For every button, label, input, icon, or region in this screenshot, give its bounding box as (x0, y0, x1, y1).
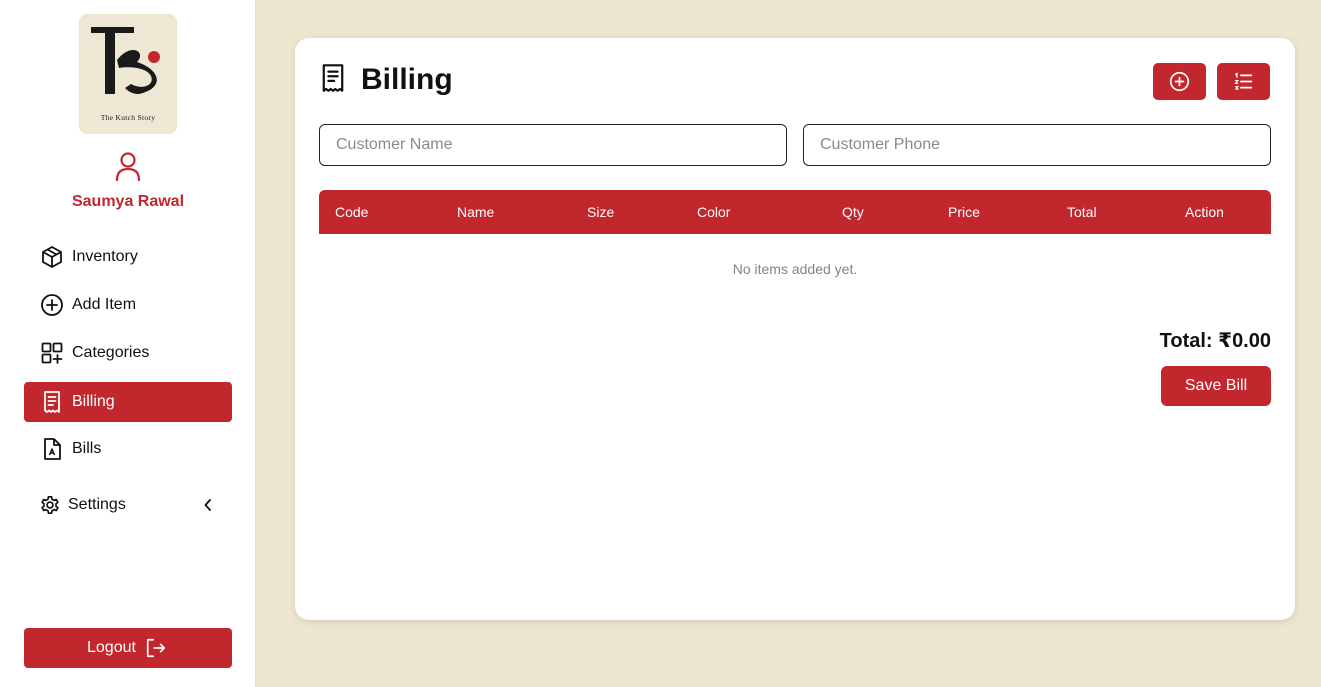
column-header-size: Size (587, 204, 615, 220)
sidebar-item-inventory[interactable]: Inventory (24, 237, 232, 277)
column-header-action: Action (1185, 204, 1224, 220)
column-header-code: Code (335, 204, 369, 220)
items-table-header: Code Name Size Color Qty Price Total Act… (319, 190, 1271, 234)
new-bill-button[interactable] (1153, 63, 1206, 100)
logout-button[interactable]: Logout (24, 628, 232, 668)
sidebar-item-label: Inventory (72, 248, 138, 265)
sidebar-item-label: Billing (72, 393, 115, 410)
sidebar-item-categories[interactable]: Categories (24, 333, 232, 373)
receipt-icon (40, 390, 64, 414)
gear-icon (39, 494, 61, 516)
list-icon (1234, 72, 1253, 90)
bill-total: Total: ₹0.00 (1159, 330, 1271, 352)
customer-phone-input[interactable] (803, 124, 1271, 166)
sidebar-item-add-item[interactable]: Add Item (24, 285, 232, 325)
column-header-total: Total (1067, 204, 1097, 220)
customer-name-input[interactable] (319, 124, 787, 166)
column-header-price: Price (948, 204, 980, 220)
save-bill-button[interactable]: Save Bill (1161, 366, 1271, 406)
column-header-qty: Qty (842, 204, 864, 220)
column-header-name: Name (457, 204, 495, 220)
column-header-color: Color (697, 204, 731, 220)
user-icon (114, 151, 142, 186)
plus-circle-icon (40, 293, 64, 317)
package-icon (40, 245, 64, 269)
brand-logo: The Kutch Story (79, 14, 177, 134)
sidebar-item-label: Bills (72, 440, 102, 457)
logo-text: The Kutch Story (100, 113, 156, 122)
bill-list-button[interactable] (1217, 63, 1270, 100)
page-title: Billing (361, 63, 453, 96)
receipt-icon (319, 63, 347, 98)
sidebar-item-bills[interactable]: Bills (24, 429, 232, 469)
empty-table-message: No items added yet. (732, 261, 858, 277)
chevron-left-icon[interactable] (202, 498, 214, 517)
file-icon (40, 437, 64, 461)
logout-label: Logout (87, 639, 136, 656)
plus-circle-icon (1169, 71, 1190, 92)
user-name: Saumya Rawal (71, 193, 185, 210)
sidebar-item-billing[interactable]: Billing (24, 382, 232, 422)
logout-icon (145, 637, 167, 664)
sidebar-item-label: Categories (72, 344, 150, 361)
sidebar-item-settings[interactable]: Settings (24, 485, 232, 525)
billing-card: Billing Code Name Size Color Qty Price T… (295, 38, 1295, 620)
sidebar-item-label: Add Item (72, 296, 137, 313)
grid-plus-icon (40, 341, 64, 365)
sidebar-item-label: Settings (68, 496, 126, 513)
sidebar: The Kutch Story Saumya Rawal Inventory A… (0, 0, 256, 687)
